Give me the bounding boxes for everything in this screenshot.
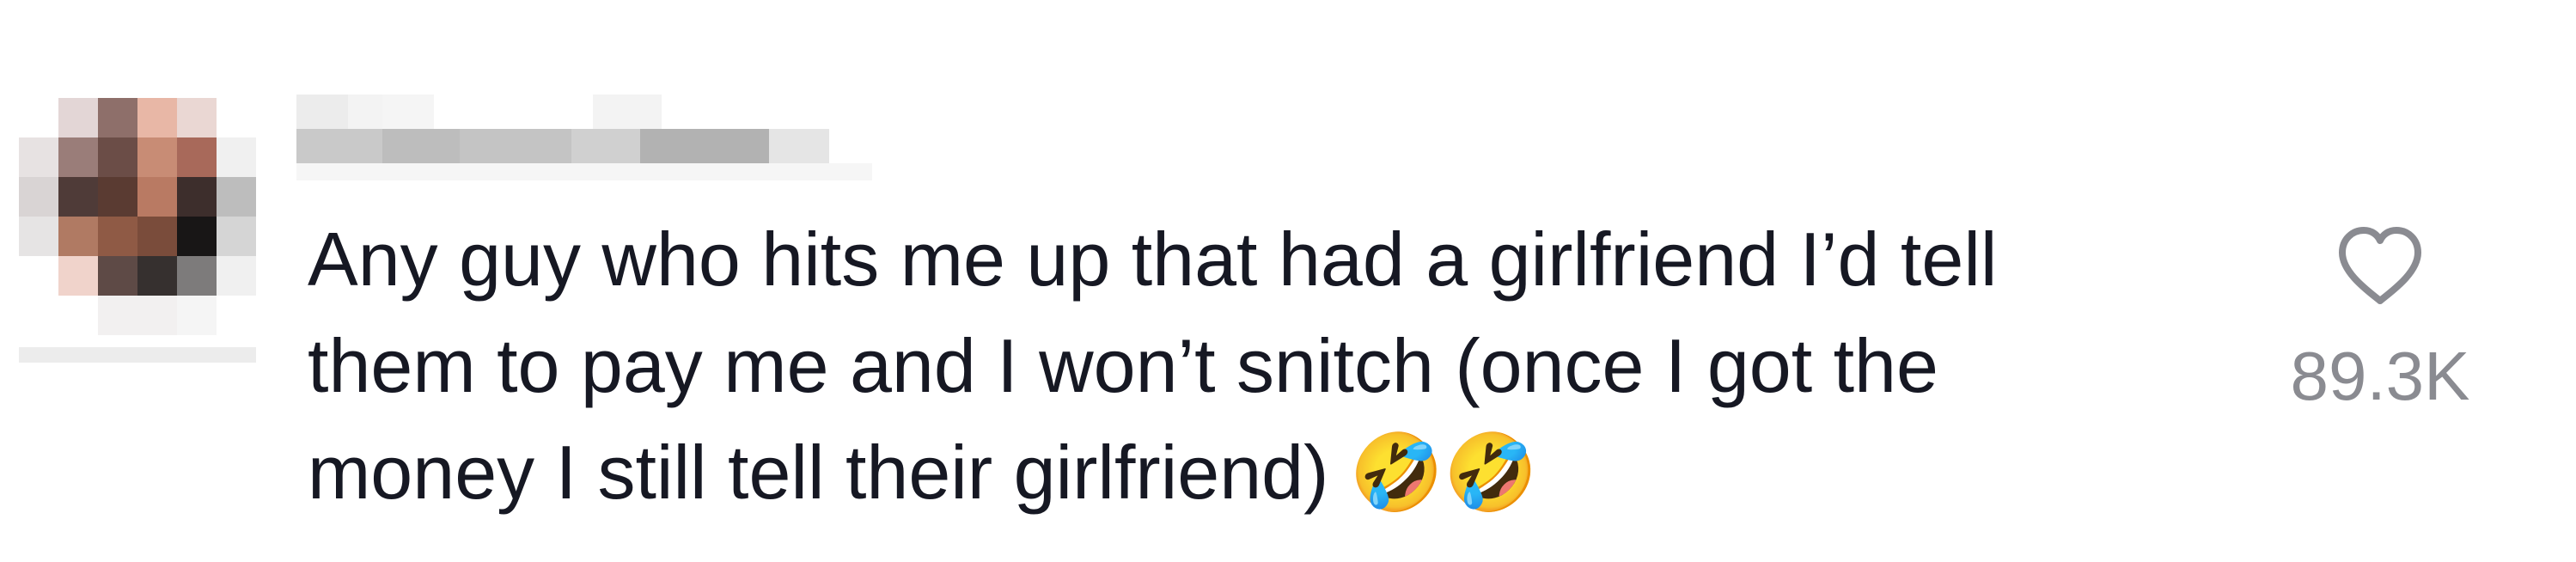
- avatar-pixel: [58, 177, 98, 217]
- rofl-emoji: 🤣🤣: [1349, 428, 1538, 516]
- avatar-pixel: [137, 256, 177, 296]
- username-pixel: [571, 129, 640, 163]
- username-pixel: [593, 95, 662, 129]
- avatar[interactable]: [19, 89, 256, 363]
- avatar-pixel: [217, 98, 256, 137]
- username-pixel: [348, 95, 382, 129]
- username-censored[interactable]: [296, 89, 872, 182]
- avatar-pixel: [137, 137, 177, 177]
- avatar-pixel: [137, 98, 177, 137]
- username-pixel: [382, 95, 434, 129]
- avatar-pixel: [19, 137, 58, 177]
- avatar-pixel: [98, 98, 137, 137]
- avatar-pixel: [58, 217, 98, 256]
- avatar-pixel: [98, 137, 137, 177]
- avatar-pixel: [98, 256, 137, 296]
- avatar-pixel: [177, 296, 217, 335]
- avatar-pixel: [19, 256, 58, 296]
- avatar-pixel: [19, 217, 58, 256]
- avatar-pixel: [58, 256, 98, 296]
- avatar-pixel: [137, 296, 177, 335]
- avatar-pixel: [137, 177, 177, 217]
- avatar-pixel: [217, 256, 256, 296]
- avatar-pixel: [217, 217, 256, 256]
- avatar-pixel: [217, 137, 256, 177]
- avatar-pixel: [217, 296, 256, 335]
- like-area: 89.3K: [2251, 225, 2509, 431]
- avatar-pixel: [177, 256, 217, 296]
- avatar-pixel: [217, 177, 256, 217]
- comment-item: Any guy who hits me up that had a girlfr…: [0, 0, 2576, 562]
- comment-line-3: money I still tell their girlfriend): [308, 430, 1350, 515]
- comment-line-2: them to pay me and I won’t snitch (once …: [308, 323, 1938, 408]
- username-pixel: [460, 129, 571, 163]
- avatar-pixel: [177, 137, 217, 177]
- username-pixel: [296, 129, 382, 163]
- avatar-pixel: [19, 296, 58, 335]
- avatar-pixel: [137, 217, 177, 256]
- avatar-pixel: [177, 98, 217, 137]
- comment-line-1: Any guy who hits me up that had a girlfr…: [308, 217, 1998, 302]
- comment-text: Any guy who hits me up that had a girlfr…: [308, 206, 2249, 526]
- avatar-pixel: [58, 98, 98, 137]
- heart-outline-icon[interactable]: [2335, 225, 2425, 308]
- avatar-pixel: [58, 137, 98, 177]
- avatar-pixel: [19, 98, 58, 137]
- avatar-pixel: [98, 177, 137, 217]
- username-pixel: [769, 129, 829, 163]
- avatar-pixel: [177, 177, 217, 217]
- avatar-pixel: [98, 296, 137, 335]
- avatar-pixel: [19, 177, 58, 217]
- username-pixel: [296, 95, 348, 129]
- avatar-pixel: [177, 217, 217, 256]
- username-pixel: [640, 129, 769, 163]
- username-pixel: [296, 163, 872, 180]
- avatar-pixel: [58, 296, 98, 335]
- like-count: 89.3K: [2290, 338, 2470, 414]
- username-pixel: [382, 129, 460, 163]
- avatar-shadow: [19, 347, 256, 363]
- avatar-pixel: [98, 217, 137, 256]
